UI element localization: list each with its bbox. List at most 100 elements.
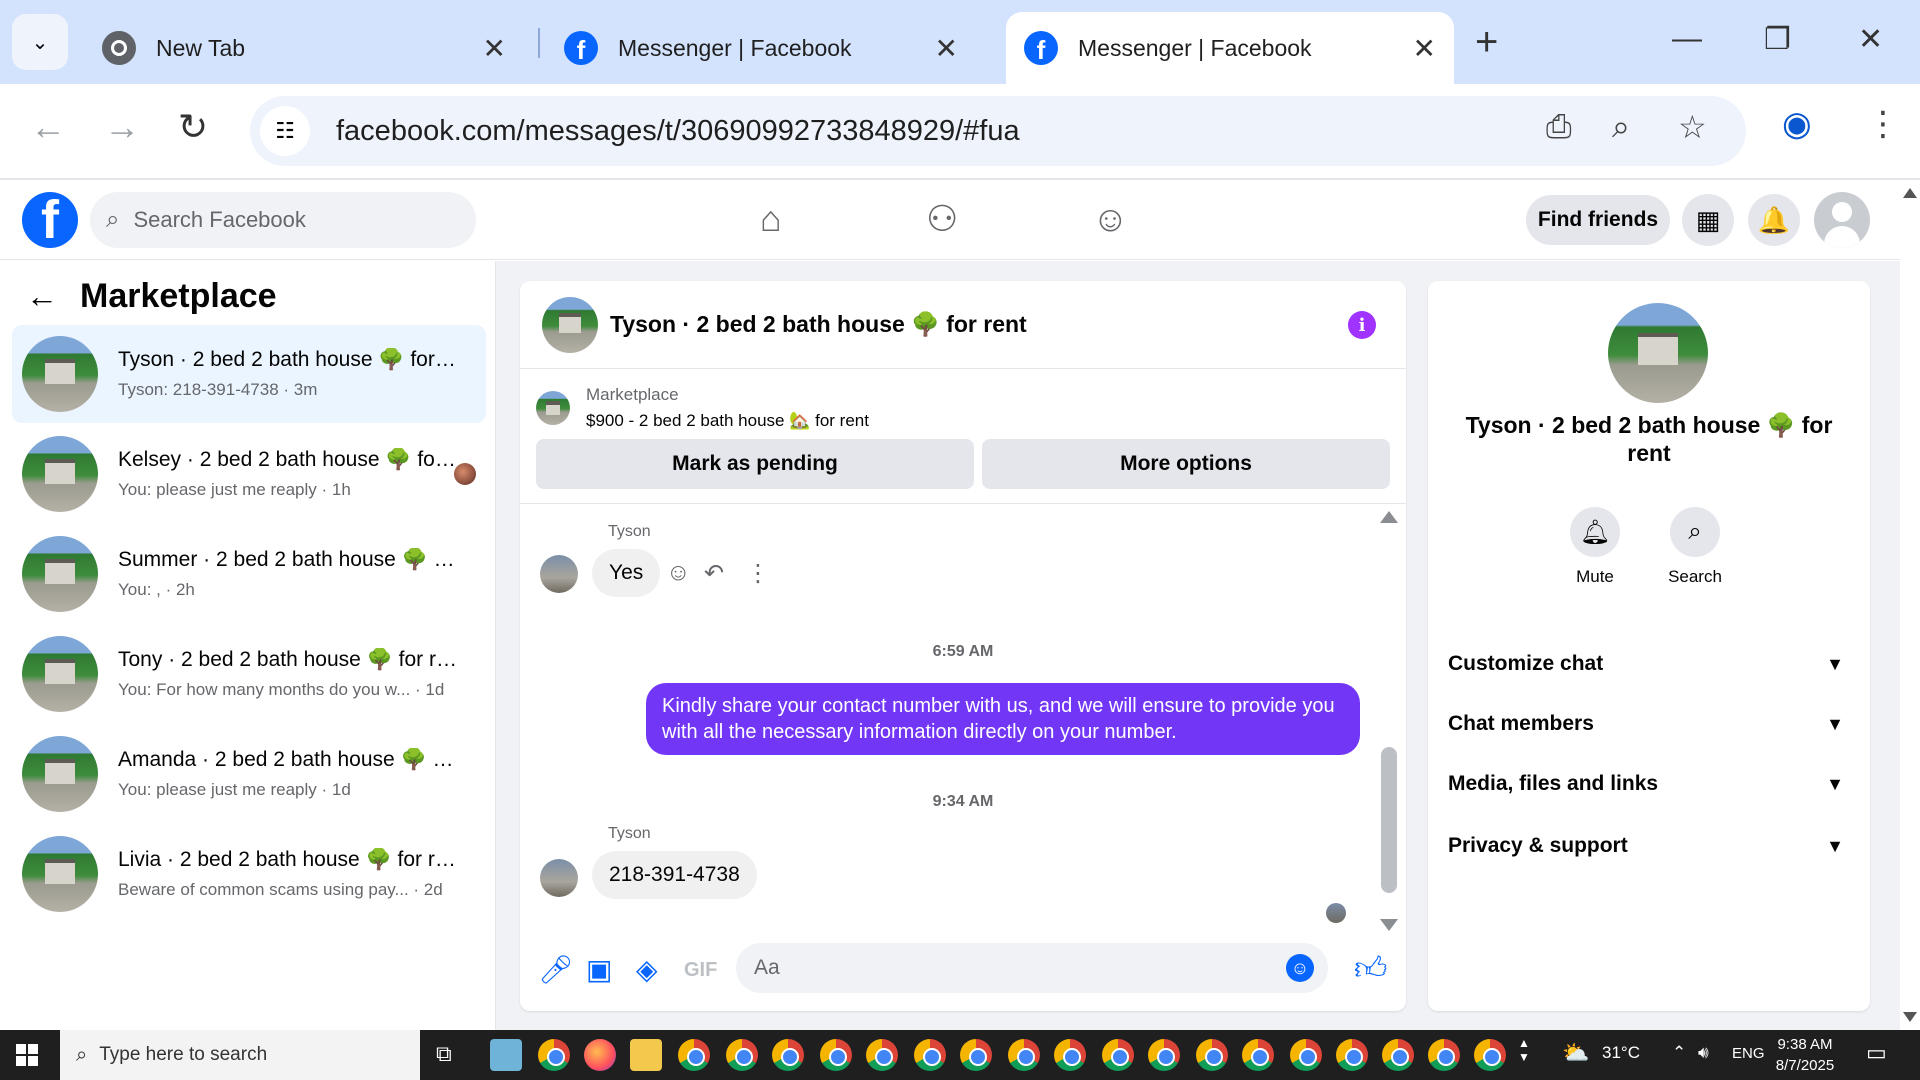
- friends-icon[interactable]: ⚇: [926, 198, 958, 240]
- chrome-taskbar-icon[interactable]: [1054, 1039, 1086, 1071]
- section-privacy-support[interactable]: Privacy & support ▼: [1448, 821, 1850, 871]
- firefox-taskbar-icon[interactable]: [584, 1039, 616, 1071]
- tray-chevron-up-icon[interactable]: ⌃: [1672, 1043, 1686, 1063]
- message-bubble-outgoing[interactable]: Kindly share your contact number with us…: [646, 683, 1360, 755]
- taskbar-scroll-icon[interactable]: ▲ ▼: [1518, 1036, 1530, 1064]
- tab-messenger-active[interactable]: f Messenger | Facebook ✕: [1006, 12, 1454, 84]
- scroll-thumb[interactable]: [1381, 747, 1397, 893]
- section-chat-members[interactable]: Chat members ▼: [1448, 699, 1850, 749]
- scroll-down-arrow-icon[interactable]: [1380, 919, 1398, 931]
- profile-icon[interactable]: ◉: [1782, 104, 1812, 144]
- zoom-icon[interactable]: ⌕: [1612, 108, 1630, 146]
- chrome-taskbar-icon[interactable]: [1148, 1039, 1180, 1071]
- chrome-taskbar-icon[interactable]: [726, 1039, 758, 1071]
- conversation-item-amanda[interactable]: Amanda · 2 bed 2 bath house 🌳 for rent Y…: [12, 725, 486, 823]
- groups-icon[interactable]: ☺: [1092, 198, 1129, 240]
- scroll-up-arrow-icon[interactable]: [1380, 511, 1398, 523]
- chrome-taskbar-icon[interactable]: [820, 1039, 852, 1071]
- sender-avatar[interactable]: [540, 555, 578, 593]
- task-view-icon[interactable]: ⧉: [436, 1041, 452, 1067]
- account-avatar[interactable]: [1814, 192, 1870, 248]
- search-action[interactable]: ⌕ Search: [1650, 507, 1740, 587]
- minimize-icon[interactable]: —: [1672, 22, 1702, 56]
- reload-icon[interactable]: ↻: [178, 106, 208, 148]
- chrome-taskbar-icon[interactable]: [1102, 1039, 1134, 1071]
- back-arrow-icon[interactable]: ←: [30, 106, 66, 148]
- search-facebook-input[interactable]: ⌕ Search Facebook: [90, 192, 476, 248]
- section-customize-chat[interactable]: Customize chat ▼: [1448, 639, 1850, 689]
- sender-avatar[interactable]: [540, 859, 578, 897]
- address-bar[interactable]: ☷ facebook.com/messages/t/30690992733848…: [250, 96, 1746, 166]
- conversation-item-tony[interactable]: Tony · 2 bed 2 bath house 🌳 for rent You…: [12, 625, 486, 723]
- message-bubble-incoming[interactable]: Yes: [592, 549, 661, 597]
- message-bubble-incoming[interactable]: 218-391-4738: [592, 851, 757, 899]
- conversation-item-livia[interactable]: Livia · 2 bed 2 bath house 🌳 for rent Be…: [12, 825, 486, 923]
- facebook-logo-icon[interactable]: f: [22, 192, 78, 248]
- tab-messenger-1[interactable]: f Messenger | Facebook ✕: [546, 12, 976, 84]
- weather-temp[interactable]: 31°C: [1602, 1043, 1640, 1063]
- photo-icon[interactable]: ▣: [586, 953, 612, 986]
- message-input[interactable]: Aa ☺: [736, 943, 1328, 993]
- chrome-taskbar-icon[interactable]: [538, 1039, 570, 1071]
- tab-new-tab[interactable]: New Tab ✕: [84, 12, 524, 84]
- notifications-bell-icon[interactable]: 🔔: [1748, 194, 1800, 246]
- chrome-taskbar-icon[interactable]: [960, 1039, 992, 1071]
- home-icon[interactable]: ⌂: [760, 198, 782, 240]
- tab-search-button[interactable]: ⌄: [12, 14, 68, 70]
- chrome-taskbar-icon[interactable]: [1474, 1039, 1506, 1071]
- chrome-taskbar-icon[interactable]: [1336, 1039, 1368, 1071]
- sticker-icon[interactable]: ◈: [636, 953, 658, 986]
- volume-icon[interactable]: 🔊︎: [1698, 1043, 1709, 1063]
- close-icon[interactable]: ✕: [483, 32, 506, 65]
- conversation-item-tyson[interactable]: Tyson · 2 bed 2 bath house 🌳 for rent Ty…: [12, 325, 486, 423]
- react-emoji-icon[interactable]: ☺: [666, 559, 691, 587]
- back-arrow-icon[interactable]: ←: [26, 278, 58, 315]
- gif-icon[interactable]: GIF: [684, 959, 717, 982]
- search-icon[interactable]: ⌕: [1670, 507, 1720, 557]
- scroll-up-arrow-icon[interactable]: [1903, 188, 1917, 198]
- new-tab-plus-icon[interactable]: +: [1475, 20, 1498, 65]
- conversation-item-summer[interactable]: Summer · 2 bed 2 bath house 🌳 for rent Y…: [12, 525, 486, 623]
- notepad-app-icon[interactable]: [490, 1039, 522, 1071]
- thumbs-up-icon[interactable]: 👍︎: [1354, 949, 1387, 988]
- install-app-icon[interactable]: ⎙: [1546, 108, 1572, 146]
- close-icon[interactable]: ✕: [1413, 32, 1436, 65]
- more-options-button[interactable]: More options: [982, 439, 1390, 489]
- chrome-taskbar-icon[interactable]: [678, 1039, 710, 1071]
- house-thumbnail[interactable]: [542, 296, 598, 353]
- scroll-down-arrow-icon[interactable]: [1903, 1012, 1917, 1022]
- chrome-taskbar-icon[interactable]: [1008, 1039, 1040, 1071]
- info-icon[interactable]: i: [1348, 311, 1376, 339]
- chrome-taskbar-icon[interactable]: [1382, 1039, 1414, 1071]
- chrome-taskbar-icon[interactable]: [1242, 1039, 1274, 1071]
- chat-scrollbar[interactable]: [1378, 511, 1400, 931]
- mark-as-pending-button[interactable]: Mark as pending: [536, 439, 974, 489]
- house-thumbnail[interactable]: [1608, 303, 1708, 403]
- url-text[interactable]: facebook.com/messages/t/3069099273384892…: [336, 115, 1020, 148]
- taskbar-search-input[interactable]: ⌕ Type here to search: [60, 1030, 420, 1080]
- section-media-files-links[interactable]: Media, files and links ▼: [1448, 759, 1850, 809]
- listing-summary[interactable]: Marketplace $900 - 2 bed 2 bath house 🏡 …: [536, 385, 869, 431]
- file-explorer-icon[interactable]: [630, 1039, 662, 1071]
- menu-grid-icon[interactable]: ▦: [1682, 194, 1734, 246]
- chat-title[interactable]: Tyson · 2 bed 2 bath house 🌳 for rent: [610, 311, 1027, 338]
- forward-arrow-icon[interactable]: →: [104, 106, 140, 148]
- more-kebab-icon[interactable]: ⋮: [746, 559, 770, 588]
- menu-kebab-icon[interactable]: ⋮: [1866, 104, 1900, 144]
- chrome-taskbar-icon[interactable]: [914, 1039, 946, 1071]
- site-info-icon[interactable]: ☷: [260, 106, 310, 156]
- chrome-taskbar-icon[interactable]: [1290, 1039, 1322, 1071]
- microphone-icon[interactable]: 🎤︎: [538, 953, 574, 986]
- window-close-icon[interactable]: ✕: [1858, 22, 1883, 57]
- weather-icon[interactable]: ⛅: [1562, 1040, 1589, 1066]
- find-friends-button[interactable]: Find friends: [1526, 195, 1670, 245]
- chrome-taskbar-icon[interactable]: [1428, 1039, 1460, 1071]
- restore-icon[interactable]: ❐: [1764, 22, 1791, 57]
- mute-action[interactable]: 🔔︎ Mute: [1550, 507, 1640, 587]
- reply-icon[interactable]: ↶: [704, 559, 724, 588]
- close-icon[interactable]: ✕: [935, 32, 958, 65]
- chrome-taskbar-icon[interactable]: [772, 1039, 804, 1071]
- bell-icon[interactable]: 🔔︎: [1570, 507, 1620, 557]
- emoji-icon[interactable]: ☺: [1286, 954, 1314, 982]
- page-scrollbar[interactable]: [1900, 180, 1920, 1030]
